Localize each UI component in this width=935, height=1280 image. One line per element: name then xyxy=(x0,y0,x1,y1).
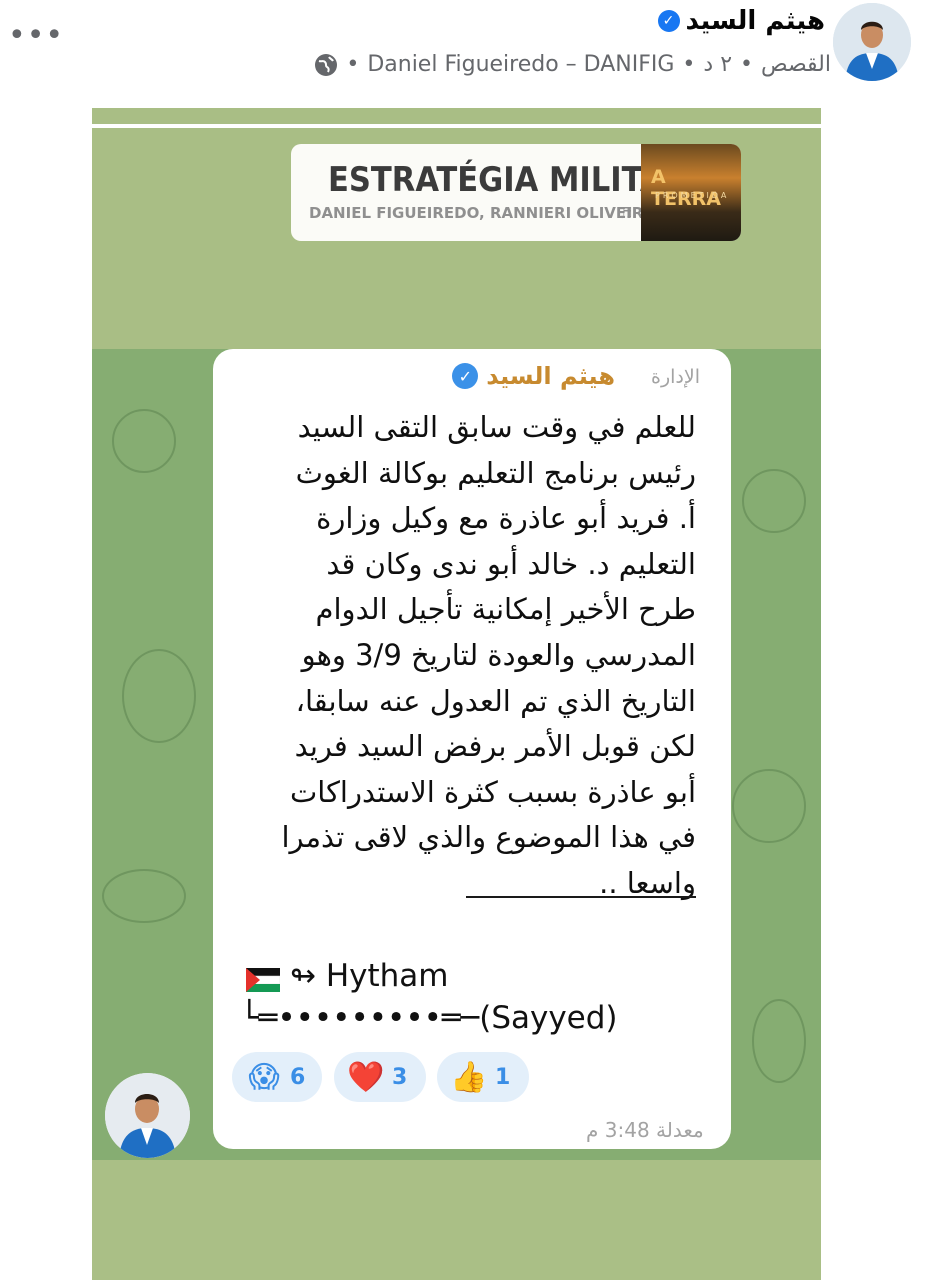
song-artists: DANIEL FIGUEIREDO, RANNIERI OLIVEIRA xyxy=(309,204,655,222)
wallpaper-doodle xyxy=(112,409,176,473)
audience-label: القصص xyxy=(761,52,831,77)
story-background-bottom xyxy=(92,1160,821,1280)
signature-name: ↬ Hytham xyxy=(290,958,449,994)
sender-avatar[interactable] xyxy=(105,1073,190,1158)
meta-separator: • xyxy=(740,52,754,77)
sender-name[interactable]: هيثم السيد xyxy=(486,362,615,390)
palestine-flag-icon xyxy=(245,964,281,992)
reaction-count: 3 xyxy=(392,1064,408,1090)
album-cover-subtitle: PROMETIDA xyxy=(655,191,730,200)
story-meta: • Daniel Figueiredo – DANIFIG • ٢ د • ال… xyxy=(314,52,831,77)
message-time: 3:48 م xyxy=(586,1118,650,1142)
verified-badge-icon: ✓ xyxy=(657,10,680,32)
heart-emoji-icon: ❤️ xyxy=(347,1059,385,1095)
reaction-thumbs-up[interactable]: 👍 1 xyxy=(437,1052,529,1102)
meta-separator: • xyxy=(682,52,696,77)
message-divider xyxy=(466,896,696,898)
meta-separator: • xyxy=(346,52,360,77)
reaction-count: 1 xyxy=(495,1064,511,1090)
admin-label: الإدارة xyxy=(651,366,700,388)
thumbs-up-emoji-icon: 👍 xyxy=(450,1059,488,1095)
reaction-count: 6 xyxy=(290,1064,306,1090)
story-progress-bar xyxy=(6,124,911,128)
wallpaper-doodle xyxy=(122,649,196,743)
more-options-button[interactable]: ••• xyxy=(8,21,63,56)
wallpaper-doodle xyxy=(102,869,186,923)
wallpaper-doodle xyxy=(742,469,806,533)
music-note-icon: ♬ xyxy=(619,204,633,222)
wallpaper-doodle xyxy=(752,999,806,1083)
wallpaper-doodle xyxy=(732,769,806,843)
song-title: ESTRATÉGIA MILITAR xyxy=(328,160,688,200)
verified-badge-icon: ✓ xyxy=(452,363,479,389)
story-header: ••• • Daniel Figueiredo – DANIFIG • ٢ د … xyxy=(0,0,935,105)
author-name-text[interactable]: هيثم السيد xyxy=(686,6,825,36)
message-sender[interactable]: هيثم السيد ✓ xyxy=(452,362,615,390)
signature-line: ↬ Hytham xyxy=(245,958,449,994)
album-cover: A TERRA PROMETIDA xyxy=(641,144,741,241)
music-attribution[interactable]: Daniel Figueiredo – DANIFIG xyxy=(367,52,674,77)
album-cover-title: A TERRA xyxy=(651,166,721,210)
edited-label: معدلة xyxy=(656,1118,704,1142)
globe-icon xyxy=(315,53,338,76)
reaction-heart[interactable]: ❤️ 3 xyxy=(334,1052,426,1102)
reaction-scream[interactable]: 😱 6 xyxy=(232,1052,322,1102)
message-text: للعلم في وقت سابق التقى السيد رئيس برنام… xyxy=(281,410,696,900)
person-avatar-icon xyxy=(833,3,911,81)
person-avatar-icon xyxy=(105,1073,190,1158)
music-sticker[interactable]: ESTRATÉGIA MILITAR DANIEL FIGUEIREDO, RA… xyxy=(291,144,741,241)
message-timestamp: معدلة 3:48 م xyxy=(586,1118,704,1142)
scream-emoji-icon: 😱 xyxy=(248,1059,280,1095)
author-avatar[interactable] xyxy=(833,3,911,81)
signature-decoration: └═•••••••••═─(Sayyed) xyxy=(240,1000,618,1036)
author-name[interactable]: هيثم السيد ✓ xyxy=(657,6,825,36)
post-time: ٢ د xyxy=(703,52,733,77)
